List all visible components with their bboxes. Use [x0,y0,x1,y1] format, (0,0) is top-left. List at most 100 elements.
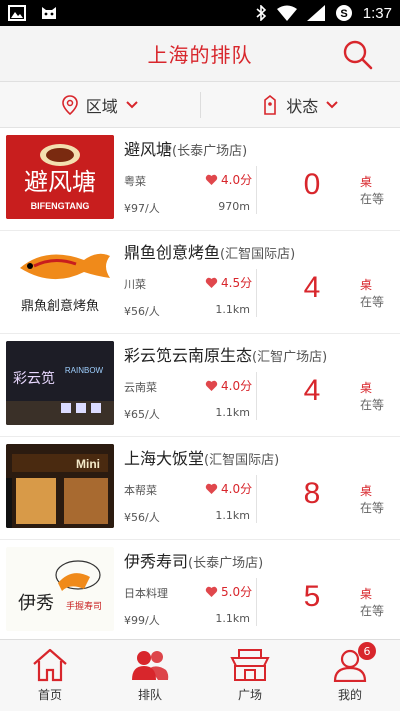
queue-count: 5 [303,580,321,613]
restaurant-name: 伊秀寿司(长泰广场店) [124,552,264,571]
filter-bar: 区域 状态 [0,82,400,128]
signal-icon [306,5,325,21]
people-icon [132,651,169,680]
clock: 1:37 [362,4,392,22]
queue-unit: 桌 [360,175,373,189]
nav-home-label: 首页 [37,688,62,702]
restaurant-name: 鼎鱼创意烤鱼(汇智国际店) [124,243,296,262]
nav-square-label: 广场 [237,688,262,702]
page-title: 上海的排队 [147,43,253,67]
restaurant-list: 避风塘 BIFENGTANG 避风塘(长泰广场店) 粤菜 4.0分 ¥97/人 … [0,128,400,639]
bluetooth-icon [256,5,266,21]
restaurant-row[interactable]: 伊秀 手握寿司 伊秀寿司(长泰广场店) 日本料理 5.0分 ¥99/人 1.1k… [0,540,400,639]
distance: 1.1km [215,406,250,419]
restaurant-row[interactable]: 避风塘 BIFENGTANG 避风塘(长泰广场店) 粤菜 4.0分 ¥97/人 … [0,128,400,231]
restaurant-row[interactable]: Mini 上海大饭堂(汇智国际店) 本帮菜 4.0分 ¥56/人 1.1km 8… [0,437,400,540]
restaurant-logo: 伊秀 手握寿司 [6,547,114,631]
logo-text: 避风塘 [24,168,96,196]
cuisine: 川菜 [124,278,146,291]
bottom-nav: 首页 排队 广场 6 我的 [0,639,400,711]
app-header: 上海的排队 [0,26,400,82]
price-per-person: ¥65/人 [124,408,160,421]
queue-unit: 桌 [360,381,373,395]
rating: 4.0分 [205,377,252,394]
nav-queue[interactable]: 排队 [100,640,200,711]
restaurant-branch: (长泰广场店) [188,556,264,571]
distance: 1.1km [215,612,250,625]
logo-subtext: BIFENGTANG [31,201,90,211]
restaurant-row[interactable]: 鼎魚創意烤魚 鼎鱼创意烤鱼(汇智国际店) 川菜 4.5分 ¥56/人 1.1km… [0,231,400,334]
row-divider [256,269,257,317]
distance: 970m [218,200,250,213]
row-divider [256,475,257,523]
nav-queue-label: 排队 [137,688,162,702]
cuisine: 本帮菜 [124,484,157,497]
queue-unit: 桌 [360,278,373,292]
rating: 4.0分 [205,480,252,497]
restaurant-name: 上海大饭堂(汇智国际店) [124,449,280,468]
heart-icon [205,483,218,494]
cuisine: 云南菜 [124,381,157,394]
logo-subtext: RAINBOW [65,366,104,375]
chevron-down-icon [126,100,138,108]
rating: 4.0分 [205,171,252,188]
row-divider [256,372,257,420]
status-filter-button[interactable]: 状态 [201,82,400,127]
restaurant-row[interactable]: 彩云笕 RAINBOW 彩云笕云南原生态(汇智广场店) 云南菜 4.0分 ¥65… [0,334,400,437]
logo-subtext: 手握寿司 [66,600,102,612]
restaurant-name: 避风塘(长泰广场店) [124,140,248,159]
rating: 4.5分 [205,274,252,291]
cuisine: 日本料理 [124,587,168,600]
home-icon [33,648,67,682]
svg-text:S: S [340,8,347,20]
queue-count: 4 [303,374,321,407]
row-divider [256,578,257,626]
restaurant-logo: Mini [6,444,114,528]
queue-count: 0 [303,168,321,201]
area-filter-button[interactable]: 区域 [0,82,200,127]
nav-square[interactable]: 广场 [200,640,300,711]
area-filter-label: 区域 [85,96,118,116]
status-bar: S 1:37 [0,0,400,26]
heart-icon [205,586,218,597]
queue-unit: 桌 [360,484,373,498]
restaurant-branch: (汇智广场店) [252,350,328,365]
cat-notification-icon [42,7,56,19]
queue-status: 在等 [360,192,385,206]
queue-status: 在等 [360,398,385,412]
nav-me[interactable]: 6 我的 [300,640,400,711]
row-divider [256,166,257,214]
queue-count: 4 [303,271,321,304]
heart-icon [205,277,218,288]
notification-badge: 6 [358,642,376,660]
queue-unit: 桌 [360,587,373,601]
price-per-person: ¥99/人 [124,614,160,627]
cuisine: 粤菜 [124,175,146,188]
battery-saver-icon: S [335,5,352,21]
price-per-person: ¥56/人 [124,305,160,318]
restaurant-logo: 彩云笕 RAINBOW [6,341,114,425]
queue-status: 在等 [360,295,385,309]
price-per-person: ¥97/人 [124,202,160,215]
restaurant-branch: (汇智国际店) [220,247,296,262]
restaurant-branch: (长泰广场店) [172,144,248,159]
logo-text: 鼎魚創意烤魚 [21,298,99,314]
logo-text: 伊秀 [18,593,54,614]
restaurant-logo: 鼎魚創意烤魚 [6,238,114,322]
logo-text: Mini [76,457,100,471]
restaurant-name: 彩云笕云南原生态(汇智广场店) [124,346,328,365]
chevron-down-icon [326,100,338,108]
search-icon[interactable] [342,39,374,71]
logo-text: 彩云笕 [13,370,55,387]
tag-icon [264,94,277,115]
image-notification-icon [8,5,26,21]
restaurant-logo: 避风塘 BIFENGTANG [6,135,114,219]
distance: 1.1km [215,509,250,522]
queue-status: 在等 [360,604,385,618]
distance: 1.1km [215,303,250,316]
rating: 5.0分 [205,583,252,600]
heart-icon [205,174,218,185]
storefront-icon [230,649,270,681]
nav-home[interactable]: 首页 [0,640,100,711]
queue-count: 8 [303,477,321,510]
